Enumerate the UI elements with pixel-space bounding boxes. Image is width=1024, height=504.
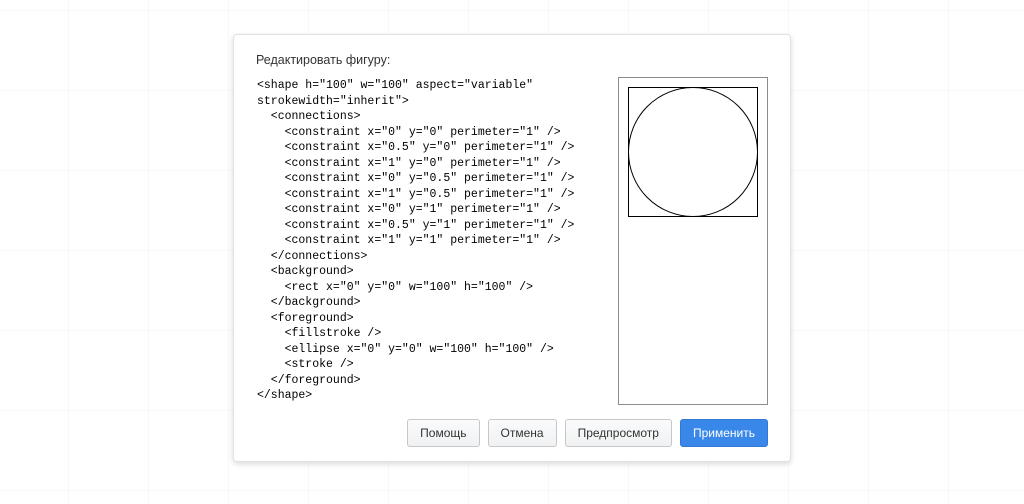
- dialog-buttons: Помощь Отмена Предпросмотр Применить: [407, 419, 768, 447]
- dialog-title: Редактировать фигуру:: [256, 53, 768, 67]
- apply-button[interactable]: Применить: [680, 419, 768, 447]
- dialog-content: [256, 77, 768, 405]
- shape-preview: [618, 77, 768, 405]
- help-button[interactable]: Помощь: [407, 419, 479, 447]
- edit-shape-dialog: Редактировать фигуру: Помощь Отмена Пред…: [233, 34, 791, 462]
- cancel-button[interactable]: Отмена: [488, 419, 557, 447]
- shape-code-input[interactable]: [256, 77, 606, 405]
- preview-rect: [629, 88, 758, 217]
- shape-preview-svg: [628, 87, 758, 217]
- preview-button[interactable]: Предпросмотр: [565, 419, 672, 447]
